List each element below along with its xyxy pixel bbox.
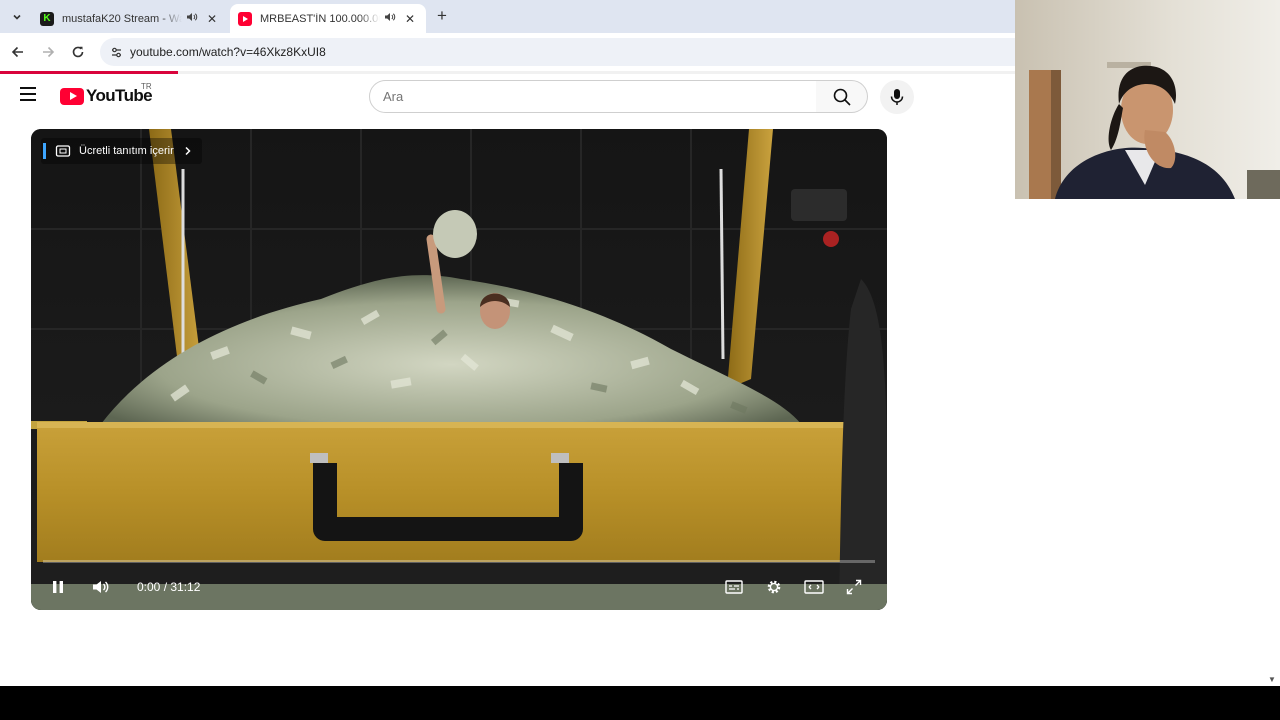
video-player[interactable]: Ücretli tanıtım içerir 0:00 / 31:12 <box>31 129 887 610</box>
youtube-play-icon <box>60 87 84 105</box>
search-button[interactable] <box>816 80 868 113</box>
reload-icon <box>72 46 84 58</box>
time-display: 0:00 / 31:12 <box>137 580 201 594</box>
search-box <box>369 80 817 113</box>
paid-promo-label: Ücretli tanıtım içerir <box>79 145 174 157</box>
video-progress-bar[interactable] <box>43 560 875 563</box>
country-code: TR <box>141 82 152 91</box>
pause-button[interactable] <box>46 575 70 599</box>
promo-accent-bar <box>43 143 46 159</box>
kick-icon: K <box>40 11 54 26</box>
webcam-overlay <box>1015 0 1280 199</box>
bottom-black-bar <box>0 686 1280 720</box>
chevron-down-icon <box>13 14 21 20</box>
subtitles-icon <box>725 580 743 594</box>
paid-promotion-badge[interactable]: Ücretli tanıtım içerir <box>41 138 202 164</box>
chevron-right-icon <box>185 146 191 156</box>
speaker-icon[interactable] <box>384 11 398 26</box>
gear-icon <box>767 580 781 594</box>
settings-button[interactable] <box>762 575 786 599</box>
fullscreen-icon <box>846 579 862 595</box>
search-input[interactable] <box>383 81 803 112</box>
speaker-icon[interactable] <box>186 11 200 26</box>
arrow-right-icon <box>43 46 55 58</box>
subtitles-button[interactable] <box>722 575 746 599</box>
youtube-header: YouTube TR <box>0 74 1015 120</box>
address-bar[interactable]: youtube.com/watch?v=46Xkz8KxUI8 <box>100 38 1020 66</box>
fullscreen-button[interactable] <box>842 575 866 599</box>
site-info-icon[interactable] <box>108 44 124 60</box>
theater-mode-button[interactable] <box>802 575 826 599</box>
tab-title: mustafaK20 Stream - Watch <box>62 12 182 25</box>
microphone-icon <box>890 89 904 105</box>
new-tab-button[interactable]: + <box>432 6 452 26</box>
video-frame <box>31 129 887 610</box>
forward-button[interactable] <box>38 42 58 62</box>
tab-kick-stream[interactable]: K mustafaK20 Stream - Watch ✕ <box>32 4 228 33</box>
menu-icon[interactable] <box>20 87 40 107</box>
tab-strip: K mustafaK20 Stream - Watch ✕ MRBEAST'İN… <box>0 0 1015 33</box>
youtube-logo[interactable]: YouTube TR <box>60 82 153 106</box>
tab-title: MRBEAST'İN 100.000.000$'L <box>260 12 380 25</box>
close-tab-icon[interactable]: ✕ <box>402 12 418 26</box>
search-icon <box>833 88 851 106</box>
tab-search-button[interactable] <box>6 6 28 28</box>
tab-youtube-video[interactable]: MRBEAST'İN 100.000.000$'L ✕ <box>230 4 426 33</box>
back-button[interactable] <box>8 42 28 62</box>
browser-toolbar: youtube.com/watch?v=46Xkz8KxUI8 <box>0 33 1020 71</box>
scroll-down-arrow[interactable]: ▼ <box>1268 675 1276 684</box>
theater-mode-icon <box>804 580 824 594</box>
pause-icon <box>53 581 63 593</box>
volume-icon <box>93 581 109 593</box>
close-tab-icon[interactable]: ✕ <box>204 12 220 26</box>
reload-button[interactable] <box>68 42 88 62</box>
screen: K mustafaK20 Stream - Watch ✕ MRBEAST'İN… <box>0 0 1280 720</box>
mute-button[interactable] <box>89 575 113 599</box>
voice-search-button[interactable] <box>880 80 914 114</box>
paid-promo-icon <box>55 145 71 157</box>
url-text: youtube.com/watch?v=46Xkz8KxUI8 <box>130 45 326 59</box>
arrow-left-icon <box>11 46 23 58</box>
youtube-icon <box>238 11 252 26</box>
